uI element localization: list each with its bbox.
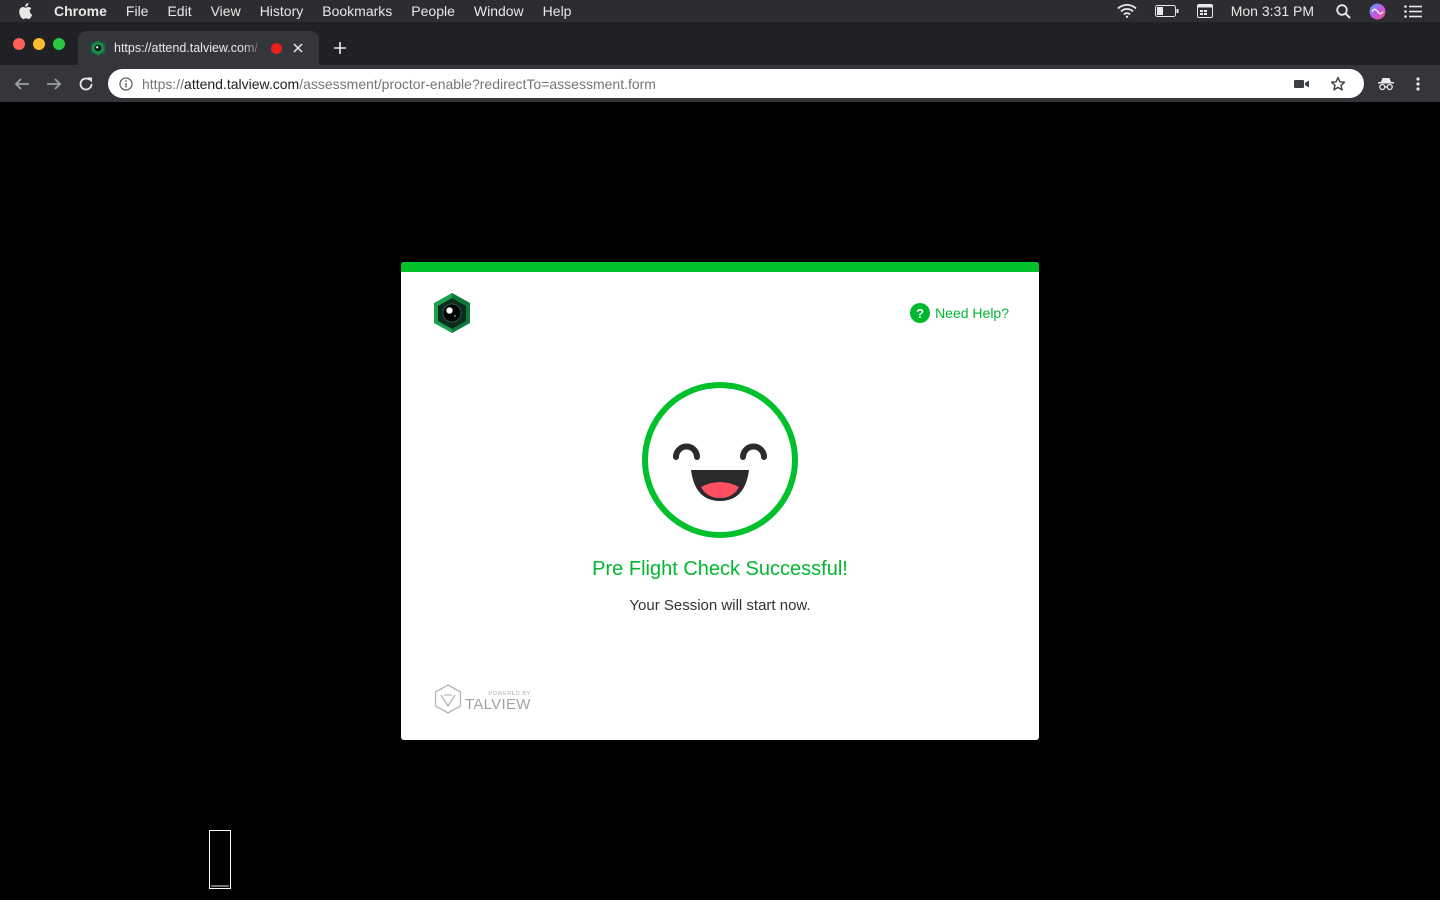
talview-logo-icon [432, 292, 472, 334]
need-help-label: Need Help? [935, 305, 1009, 321]
help-question-icon: ? [910, 303, 931, 323]
page-viewport: ? Need Help? Pre Flight Check Successful… [0, 102, 1440, 900]
menu-view[interactable]: View [211, 0, 241, 22]
tab-close-icon[interactable] [292, 42, 304, 54]
new-tab-icon[interactable] [330, 38, 350, 58]
browser-toolbar: https://attend.talview.com/assessment/pr… [0, 65, 1440, 102]
need-help-link[interactable]: ? Need Help? [910, 303, 1009, 323]
talview-brand-mark-icon [434, 684, 462, 719]
happy-face-icon [641, 381, 799, 539]
menu-bookmarks[interactable]: Bookmarks [322, 0, 392, 22]
url-host: attend.talview.com [184, 75, 300, 92]
camera-in-use-icon[interactable] [1292, 74, 1312, 94]
card-accent-bar [401, 262, 1039, 272]
tab-title: https://attend.talview.com/ [114, 41, 258, 55]
calendar-icon[interactable] [1196, 4, 1213, 18]
back-icon[interactable] [12, 74, 32, 94]
forward-icon[interactable] [44, 74, 64, 94]
menubar-clock[interactable]: Mon 3:31 PM [1231, 3, 1314, 19]
powered-by-talview: POWERED BY TALVIEW [434, 684, 531, 719]
wifi-icon[interactable] [1117, 4, 1137, 18]
menu-edit[interactable]: Edit [167, 0, 191, 22]
window-close-button[interactable] [13, 38, 25, 50]
recording-indicator-icon [271, 42, 282, 54]
bookmark-star-icon[interactable] [1328, 74, 1348, 94]
menu-history[interactable]: History [260, 0, 304, 22]
menu-chrome[interactable]: Chrome [54, 0, 107, 22]
url-path: /assessment/proctor-enable?redirectTo=as… [299, 75, 656, 92]
spotlight-icon[interactable] [1336, 3, 1351, 19]
success-title: Pre Flight Check Successful! [592, 558, 848, 580]
address-url[interactable]: https://attend.talview.com/assessment/pr… [142, 76, 656, 92]
success-subtitle: Your Session will start now. [629, 597, 811, 614]
browser-tab[interactable]: https://attend.talview.com/ [78, 31, 319, 65]
chrome-menu-icon[interactable] [1408, 74, 1428, 94]
battery-icon[interactable] [1154, 5, 1179, 17]
macos-menu-bar: Chrome File Edit View History Bookmarks … [0, 0, 1440, 22]
url-scheme: https:// [142, 75, 185, 92]
incognito-icon[interactable] [1376, 74, 1396, 94]
window-zoom-button[interactable] [53, 38, 65, 50]
floating-outline-box [209, 830, 231, 889]
menu-help[interactable]: Help [543, 0, 572, 22]
menu-window[interactable]: Window [474, 0, 524, 22]
menu-file[interactable]: File [126, 0, 149, 22]
siri-icon[interactable] [1369, 3, 1386, 20]
window-minimize-button[interactable] [33, 38, 45, 50]
site-info-icon[interactable] [119, 76, 133, 91]
apple-icon[interactable] [18, 3, 38, 19]
notification-center-icon[interactable] [1404, 4, 1422, 18]
preflight-card: ? Need Help? Pre Flight Check Successful… [401, 262, 1039, 740]
browser-tab-strip: https://attend.talview.com/ [0, 22, 1440, 65]
reload-icon[interactable] [76, 74, 96, 94]
address-bar[interactable]: https://attend.talview.com/assessment/pr… [108, 69, 1364, 98]
talview-brand-label: TALVIEW [465, 695, 531, 713]
talview-favicon-icon [90, 40, 106, 56]
menu-people[interactable]: People [411, 0, 455, 22]
